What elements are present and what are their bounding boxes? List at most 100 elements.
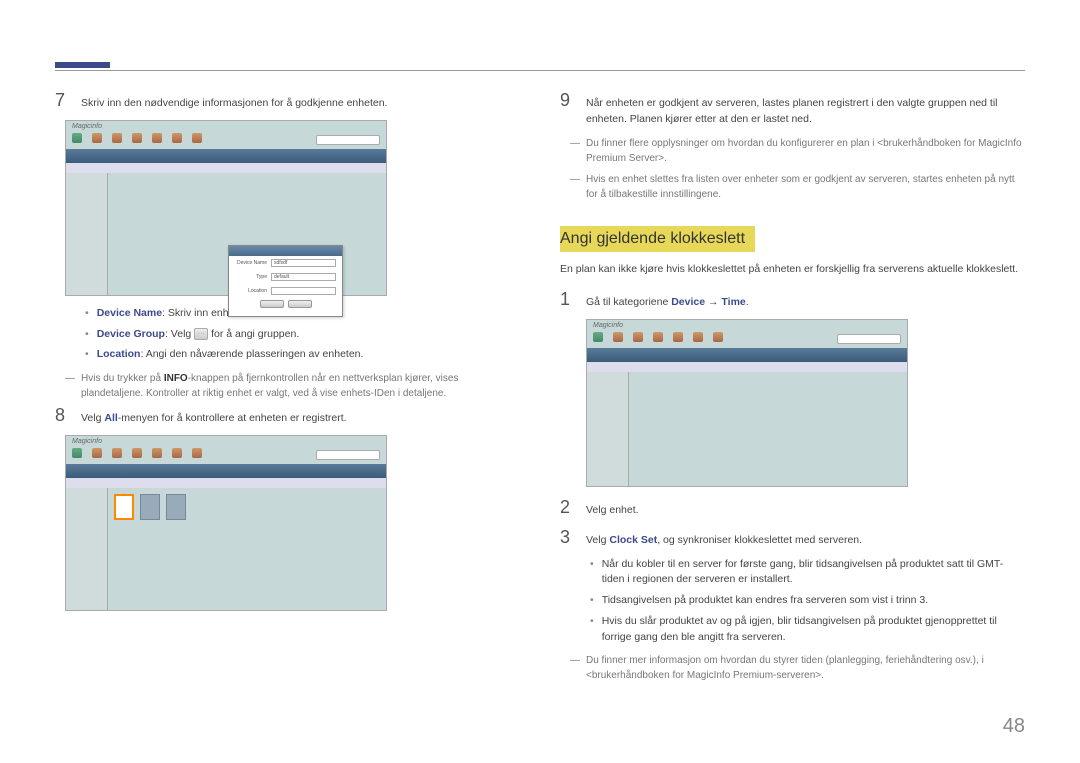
- dialog-header: [229, 246, 342, 256]
- dialog-label: Device Name: [235, 260, 267, 266]
- step-text: Velg Clock Set, og synkroniser klokkesle…: [586, 533, 1025, 549]
- step-number: 3: [560, 527, 574, 548]
- app-title: Magicinfo: [72, 123, 102, 130]
- toolbar: [66, 464, 386, 478]
- note-text: Du finner flere opplysninger om hvordan …: [586, 136, 1025, 166]
- right-column: 9 Når enheten er godkjent av serveren, l…: [560, 90, 1025, 687]
- section-intro: En plan kan ikke kjøre hvis klokkeslette…: [560, 262, 1025, 278]
- sidebar: [66, 488, 108, 610]
- app-title: Magicinfo: [593, 322, 623, 329]
- s3-post: , og synkroniser klokkeslettet med serve…: [657, 534, 862, 546]
- step-2: 2 Velg enhet.: [560, 497, 1025, 519]
- note-device-delete: ― Hvis en enhet slettes fra listen over …: [570, 172, 1025, 202]
- screenshot-all-devices: Magicinfo: [65, 435, 387, 611]
- bullet-label: Location: [97, 348, 141, 360]
- dialog-input: [271, 287, 336, 295]
- sub-toolbar: [66, 163, 386, 173]
- device-grid: [114, 494, 186, 520]
- two-column-layout: 7 Skriv inn den nødvendige informasjonen…: [55, 90, 1025, 687]
- info-note: ― Hvis du trykker på INFO-knappen på fje…: [65, 371, 520, 401]
- step-number: 8: [55, 405, 69, 426]
- search-box: [837, 334, 901, 344]
- nav-icons: [72, 448, 202, 458]
- step-number: 7: [55, 90, 69, 111]
- section-heading: Angi gjeldende klokkeslett: [560, 226, 755, 252]
- step-8: 8 Velg All-menyen for å kontrollere at e…: [55, 405, 520, 427]
- ok-button: [260, 300, 284, 308]
- step-9: 9 Når enheten er godkjent av serveren, l…: [560, 90, 1025, 128]
- bullet-dot: •: [590, 593, 594, 609]
- step8-post: -menyen for å kontrollere at enheten er …: [118, 412, 347, 424]
- header-accent-bar: [55, 62, 110, 68]
- approve-dialog: Device Name sdfsdf Type default Location: [228, 245, 343, 317]
- nav-icons: [72, 133, 202, 143]
- device-item: [166, 494, 186, 520]
- header-rule: [55, 70, 1025, 71]
- screenshot-approve-device: Magicinfo Device Name sdfsdf Type defaul…: [65, 120, 387, 296]
- note-text: Du finner mer informasjon om hvordan du …: [586, 653, 1025, 683]
- bullet-item: • Tidsangivelsen på produktet kan endres…: [590, 593, 1025, 609]
- bullet-device-group: • Device Group: Velg ··· for å angi grup…: [85, 327, 520, 343]
- search-box: [316, 135, 380, 145]
- dialog-label: Type: [235, 274, 267, 280]
- note-dash-icon: ―: [570, 136, 580, 166]
- dialog-input: sdfsdf: [271, 259, 336, 267]
- left-column: 7 Skriv inn den nødvendige informasjonen…: [55, 90, 520, 687]
- time-bullets: • Når du kobler til en server for første…: [590, 557, 1025, 646]
- screenshot-device-time: Magicinfo: [586, 319, 908, 487]
- bullet-text: Tidsangivelsen på produktet kan endres f…: [602, 593, 928, 609]
- bullet-dot: •: [85, 347, 89, 363]
- note-text: Hvis en enhet slettes fra listen over en…: [586, 172, 1025, 202]
- bullet-location: • Location: Angi den nåværende plasserin…: [85, 347, 520, 363]
- step-text: Når enheten er godkjent av serveren, las…: [586, 96, 1025, 128]
- s1-pre: Gå til kategoriene: [586, 296, 671, 308]
- toolbar: [66, 149, 386, 163]
- bullet-item: • Hvis du slår produktet av og på igjen,…: [590, 614, 1025, 646]
- dialog-label: Location: [235, 288, 267, 294]
- page-number: 48: [1003, 715, 1025, 738]
- bullet-text: Når du kobler til en server for første g…: [602, 557, 1025, 589]
- sub-toolbar: [66, 478, 386, 488]
- step-number: 2: [560, 497, 574, 518]
- s1-bold1: Device: [671, 296, 705, 308]
- sidebar: [587, 372, 629, 486]
- bullet-item: • Når du kobler til en server for første…: [590, 557, 1025, 589]
- step-text: Gå til kategoriene Device → Time.: [586, 295, 1025, 311]
- ellipsis-button-icon: ···: [194, 328, 208, 340]
- main-area: Device Name sdfsdf Type default Location: [108, 173, 386, 295]
- step-text: Velg All-menyen for å kontrollere at enh…: [81, 411, 520, 427]
- bullet-text: : Angi den nåværende plasseringen av enh…: [140, 348, 363, 360]
- step-number: 1: [560, 289, 574, 310]
- cancel-button: [288, 300, 312, 308]
- device-selected: [114, 494, 134, 520]
- bullet-text: Hvis du slår produktet av og på igjen, b…: [602, 614, 1025, 646]
- bullet-dot: •: [590, 614, 594, 646]
- s1-arrow: →: [705, 296, 721, 308]
- note-bold: INFO: [164, 373, 188, 384]
- device-item: [140, 494, 160, 520]
- step-3: 3 Velg Clock Set, og synkroniser klokkes…: [560, 527, 1025, 549]
- step-text: Velg enhet.: [586, 503, 1025, 519]
- sidebar: [66, 173, 108, 295]
- step-1: 1 Gå til kategoriene Device → Time.: [560, 289, 1025, 311]
- s1-bold2: Time: [721, 296, 745, 308]
- s3-pre: Velg: [586, 534, 609, 546]
- bullet-label: Device Group: [97, 328, 165, 340]
- bullet-text-pre: : Velg: [165, 328, 194, 340]
- note-dash-icon: ―: [570, 172, 580, 202]
- toolbar: [587, 348, 907, 362]
- step-text: Skriv inn den nødvendige informasjonen f…: [81, 96, 520, 112]
- main-area: [629, 372, 907, 486]
- dialog-input: default: [271, 273, 336, 281]
- bullet-dot: •: [590, 557, 594, 589]
- s3-bold: Clock Set: [609, 534, 657, 546]
- search-box: [316, 450, 380, 460]
- s1-post: .: [746, 296, 749, 308]
- note-plan-config: ― Du finner flere opplysninger om hvorda…: [570, 136, 1025, 166]
- step8-pre: Velg: [81, 412, 104, 424]
- bullet-label: Device Name: [97, 307, 162, 319]
- note-dash-icon: ―: [570, 653, 580, 683]
- step-7: 7 Skriv inn den nødvendige informasjonen…: [55, 90, 520, 112]
- main-area: [108, 488, 386, 610]
- end-note: ― Du finner mer informasjon om hvordan d…: [570, 653, 1025, 683]
